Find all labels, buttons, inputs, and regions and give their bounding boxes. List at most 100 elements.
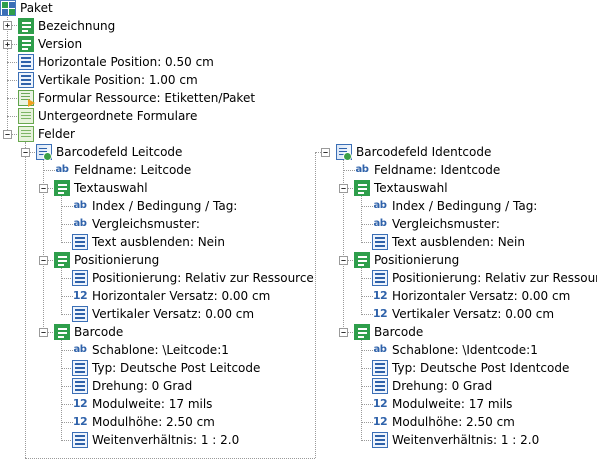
property-icon [72, 306, 88, 322]
tree-node-modulweite[interactable]: 12 Modulweite: 17 mils [372, 395, 513, 413]
collapse-toggle-barcode[interactable]: − [339, 328, 348, 337]
tree-node-positionierung[interactable]: Positionierung [54, 251, 159, 269]
node-label: Positionierung: Relativ zur Ressource [92, 271, 314, 285]
tree-node-modulweite[interactable]: 12 Modulweite: 17 mils [72, 395, 213, 413]
collapse-toggle-textauswahl[interactable]: − [39, 184, 48, 193]
package-icon [0, 0, 16, 16]
node-label: Barcodefeld Leitcode [56, 145, 183, 159]
tree-node-feldname[interactable]: ab Feldname: Identcode [354, 161, 501, 179]
tree-node-drehung[interactable]: Drehung: 0 Grad [372, 377, 492, 395]
text-value-icon: ab [55, 164, 69, 175]
node-label: Modulweite: 17 mils [392, 397, 513, 411]
tree-node-vergleichsmuster[interactable]: ab Vergleichsmuster: [72, 215, 200, 233]
text-value-icon: ab [373, 344, 387, 355]
tree-node-untergeordnete-formulare[interactable]: Untergeordnete Formulare [18, 107, 197, 125]
tree-node-typ[interactable]: Typ: Deutsche Post Leitcode [72, 359, 260, 377]
text-value-icon: ab [373, 200, 387, 211]
property-icon [72, 432, 88, 448]
tree-node-barcodefeld[interactable]: Barcodefeld Identcode [336, 143, 491, 161]
property-icon [372, 234, 388, 250]
node-label: Schablone: \Leitcode:1 [92, 343, 229, 357]
property-icon [372, 270, 388, 286]
node-label: Text ausblenden: Nein [92, 235, 225, 249]
collapse-toggle-felder[interactable]: − [3, 130, 12, 139]
tree-node-weitenverhaeltnis[interactable]: Weitenverhältnis: 1 : 2.0 [372, 431, 539, 449]
list-icon [354, 252, 370, 268]
number-value-icon: 12 [372, 397, 388, 410]
tree-node-bezeichnung[interactable]: Bezeichnung [18, 17, 115, 35]
tree-node-drehung[interactable]: Drehung: 0 Grad [72, 377, 192, 395]
collapse-toggle-positionierung[interactable]: − [39, 256, 48, 265]
tree-node-index[interactable]: ab Index / Bedingung / Tag: [372, 197, 538, 215]
collapse-toggle-textauswahl[interactable]: − [339, 184, 348, 193]
tree-node-version[interactable]: Version [18, 35, 82, 53]
tree-node-vertikaler-versatz[interactable]: 12 Vertikaler Versatz: 0.00 cm [372, 305, 554, 323]
collapse-toggle-barcode[interactable]: − [39, 328, 48, 337]
property-icon [372, 432, 388, 448]
node-label: Vergleichsmuster: [92, 217, 200, 231]
number-value-icon: 12 [72, 415, 88, 428]
property-icon [18, 54, 34, 70]
fields-icon [18, 126, 34, 142]
tree-node-positionierung-value[interactable]: Positionierung: Relativ zur Ressource [372, 269, 597, 287]
node-label: Typ: Deutsche Post Identcode [392, 361, 570, 375]
tree-node-modulhoehe[interactable]: 12 Modulhöhe: 2.50 cm [372, 413, 515, 431]
tree-node-schablone[interactable]: ab Schablone: \Leitcode:1 [72, 341, 229, 359]
tree-node-vertikaler-versatz[interactable]: Vertikaler Versatz: 0.00 cm [72, 305, 254, 323]
property-icon [72, 360, 88, 376]
node-label: Modulhöhe: 2.50 cm [92, 415, 215, 429]
node-label: Drehung: 0 Grad [92, 379, 193, 393]
tree-node-barcode[interactable]: Barcode [54, 323, 123, 341]
property-icon [18, 72, 34, 88]
property-icon [72, 378, 88, 394]
tree-node-paket[interactable]: Paket [0, 0, 53, 17]
number-value-icon: 12 [372, 307, 388, 320]
tree-node-vertikale-position[interactable]: Vertikale Position: 1.00 cm [18, 71, 198, 89]
property-icon [372, 360, 388, 376]
expand-toggle-version[interactable]: + [3, 40, 12, 49]
node-label: Barcode [74, 325, 124, 339]
tree-node-horizontale-position[interactable]: Horizontale Position: 0.50 cm [18, 53, 214, 71]
collapse-toggle-positionierung[interactable]: − [339, 256, 348, 265]
node-label: Formular Ressource: Etiketten/Paket [38, 91, 256, 105]
tree-node-horizontaler-versatz[interactable]: 12 Horizontaler Versatz: 0.00 cm [72, 287, 270, 305]
number-value-icon: 12 [72, 289, 88, 302]
tree-node-barcodefeld[interactable]: Barcodefeld Leitcode [36, 143, 182, 161]
list-icon [18, 18, 34, 34]
tree-node-horizontaler-versatz[interactable]: 12 Horizontaler Versatz: 0.00 cm [372, 287, 570, 305]
property-icon [72, 270, 88, 286]
tree-node-formular-ressource[interactable]: Formular Ressource: Etiketten/Paket [18, 89, 255, 107]
node-label: Textauswahl [374, 181, 448, 195]
forms-icon [18, 108, 34, 124]
node-label: Version [38, 37, 83, 51]
node-label: Positionierung: Relativ zur Ressource [392, 271, 597, 285]
node-label: Bezeichnung [38, 19, 116, 33]
text-value-icon: ab [355, 164, 369, 175]
collapse-toggle-barcodefeld[interactable]: − [21, 148, 30, 157]
tree-node-felder[interactable]: Felder [18, 125, 75, 143]
tree-node-positionierung-value[interactable]: Positionierung: Relativ zur Ressource [72, 269, 314, 287]
tree-node-schablone[interactable]: ab Schablone: \Identcode:1 [372, 341, 538, 359]
node-label: Barcodefeld Identcode [356, 145, 492, 159]
tree-node-modulhoehe[interactable]: 12 Modulhöhe: 2.50 cm [72, 413, 215, 431]
tree-node-text-ausblenden[interactable]: Text ausblenden: Nein [72, 233, 225, 251]
list-icon [54, 180, 70, 196]
text-value-icon: ab [73, 218, 87, 229]
expand-toggle-bezeichnung[interactable]: + [3, 21, 12, 30]
tree-node-text-ausblenden[interactable]: Text ausblenden: Nein [372, 233, 525, 251]
tree-node-textauswahl[interactable]: Textauswahl [54, 179, 148, 197]
tree-node-weitenverhaeltnis[interactable]: Weitenverhältnis: 1 : 2.0 [72, 431, 239, 449]
collapse-toggle-barcodefeld[interactable]: − [321, 148, 330, 157]
number-value-icon: 12 [372, 415, 388, 428]
tree-node-typ[interactable]: Typ: Deutsche Post Identcode [372, 359, 569, 377]
tree-node-positionierung[interactable]: Positionierung [354, 251, 459, 269]
list-icon [354, 324, 370, 340]
node-label: Horizontaler Versatz: 0.00 cm [92, 289, 271, 303]
tree-node-feldname[interactable]: ab Feldname: Leitcode [54, 161, 192, 179]
tree-node-barcode[interactable]: Barcode [354, 323, 423, 341]
tree-node-textauswahl[interactable]: Textauswahl [354, 179, 448, 197]
tree-node-vergleichsmuster[interactable]: ab Vergleichsmuster: [372, 215, 500, 233]
number-value-icon: 12 [72, 397, 88, 410]
tree-node-index[interactable]: ab Index / Bedingung / Tag: [72, 197, 238, 215]
node-label: Vergleichsmuster: [392, 217, 500, 231]
